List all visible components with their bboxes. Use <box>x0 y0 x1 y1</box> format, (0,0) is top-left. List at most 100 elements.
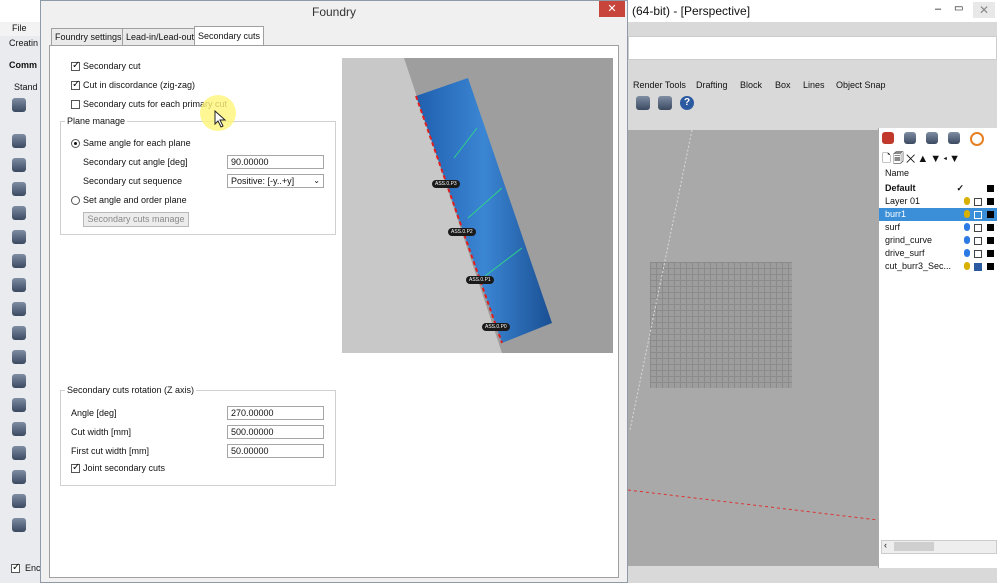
plane-tag: ASS.0.P1 <box>466 276 494 284</box>
lightbulb-icon[interactable] <box>964 210 970 218</box>
libraries-tab-icon[interactable] <box>970 132 984 146</box>
lightbulb-icon[interactable] <box>964 262 970 270</box>
layer-row[interactable]: Layer 01 <box>879 195 997 208</box>
dialog-close-button[interactable]: ✕ <box>599 1 625 17</box>
surface-icon[interactable] <box>12 254 26 268</box>
properties-tab-icon[interactable] <box>904 132 916 144</box>
lock-icon[interactable] <box>974 224 982 232</box>
grid-icon[interactable] <box>12 470 26 484</box>
solid-icon[interactable] <box>12 278 26 292</box>
tab-secondary-cuts[interactable]: Secondary cuts <box>194 26 265 45</box>
first-cut-width-label: First cut width [mm] <box>71 446 150 456</box>
transform-icon[interactable] <box>12 326 26 340</box>
perspective-viewport[interactable] <box>628 130 878 566</box>
set-angle-order-radio[interactable] <box>71 196 80 205</box>
circle-icon[interactable] <box>12 182 26 196</box>
layer-row[interactable]: burr1 <box>879 208 997 221</box>
standard-tab[interactable]: Stand <box>14 82 38 92</box>
tab-foundry-settings[interactable]: Foundry settings <box>51 28 126 45</box>
command-prompt[interactable] <box>628 36 997 60</box>
viewport-axes <box>628 130 878 521</box>
rotation-angle-input[interactable]: 270.00000 <box>227 406 324 420</box>
polyline-icon[interactable] <box>12 158 26 172</box>
materials-tab-icon[interactable] <box>948 132 960 144</box>
secondary-angle-input[interactable]: 90.00000 <box>227 155 324 169</box>
layer-color-swatch[interactable] <box>987 263 994 270</box>
tab-render-tools[interactable]: Render Tools <box>633 80 686 90</box>
lock-icon[interactable] <box>974 263 982 271</box>
first-cut-width-input[interactable]: 50.00000 <box>227 444 324 458</box>
tab-block[interactable]: Block <box>740 80 762 90</box>
text-icon[interactable] <box>12 398 26 412</box>
tab-lines[interactable]: Lines <box>803 80 825 90</box>
array-icon[interactable] <box>12 422 26 436</box>
secondary-cut-label: Secondary cut <box>83 61 141 71</box>
scrollbar-thumb[interactable] <box>894 542 934 551</box>
chevron-down-icon: ⌄ <box>313 176 320 185</box>
help-icon[interactable]: ? <box>680 96 694 110</box>
render-icon[interactable] <box>12 518 26 532</box>
secondary-cut-checkbox[interactable] <box>71 60 80 71</box>
fillet-icon[interactable] <box>12 374 26 388</box>
cut-discordance-label: Cut in discordance (zig-zag) <box>83 80 196 90</box>
layer-color-swatch[interactable] <box>987 198 994 205</box>
plane-tag: ASS.0.P2 <box>448 228 476 236</box>
scroll-left-icon[interactable]: ‹ <box>884 540 887 550</box>
secondary-cuts-manage-button[interactable]: Secondary cuts manage <box>83 212 189 227</box>
layer-color-swatch[interactable] <box>987 211 994 218</box>
restore-button[interactable]: ▭ <box>954 3 963 14</box>
lightbulb-icon[interactable] <box>964 223 970 231</box>
layer-row[interactable]: grind_curve <box>879 234 997 247</box>
mesh-icon[interactable] <box>12 446 26 460</box>
cut-discordance-checkbox[interactable] <box>71 79 80 90</box>
layer-row[interactable]: drive_surf <box>879 247 997 260</box>
tab-box[interactable]: Box <box>775 80 791 90</box>
lock-icon[interactable] <box>974 237 982 245</box>
lock-icon[interactable] <box>974 198 982 206</box>
osnap-end-checkbox[interactable] <box>11 562 20 573</box>
layer-name: Layer 01 <box>885 196 921 206</box>
layer-row[interactable]: cut_burr3_Sec... <box>879 260 997 273</box>
set-angle-order-label: Set angle and order plane <box>83 195 187 205</box>
cuts-each-primary-checkbox[interactable] <box>71 100 80 109</box>
render-settings-icon[interactable] <box>636 96 650 110</box>
layer-color-swatch[interactable] <box>987 237 994 244</box>
layer-color-swatch[interactable] <box>987 224 994 231</box>
lock-icon[interactable] <box>974 211 982 219</box>
minimize-button[interactable]: – <box>935 3 941 15</box>
dimension-icon[interactable] <box>12 350 26 364</box>
cut-width-input[interactable]: 500.00000 <box>227 425 324 439</box>
file-menu-label: File <box>12 23 27 33</box>
layer-row[interactable]: surf <box>879 221 997 234</box>
lightbulb-icon[interactable] <box>964 197 970 205</box>
tab-lead-in-lead-out[interactable]: Lead-in/Lead-out <box>122 28 199 45</box>
lightbulb-icon[interactable] <box>964 249 970 257</box>
analyze-icon[interactable] <box>12 494 26 508</box>
tab-object-snap[interactable]: Object Snap <box>836 80 886 90</box>
layer-color-swatch[interactable] <box>987 185 994 192</box>
lightbulb-icon[interactable] <box>964 236 970 244</box>
curve-icon[interactable] <box>12 206 26 220</box>
layer-row[interactable]: Default ✓ <box>879 182 997 195</box>
window-close-button[interactable]: ✕ <box>973 2 995 18</box>
display-tab-icon[interactable] <box>926 132 938 144</box>
plane-manage-title: Plane manage <box>65 116 128 126</box>
file-menu[interactable]: File <box>0 22 40 36</box>
dialog-title: Foundry <box>41 1 627 23</box>
new-file-icon[interactable] <box>12 98 26 112</box>
window-title-text: (64-bit) - [Perspective] <box>632 4 751 18</box>
foundry-dialog: Foundry ✕ Foundry settings Lead-in/Lead-… <box>40 0 628 583</box>
layers-tab-icon[interactable] <box>882 132 894 144</box>
same-angle-radio[interactable] <box>71 139 80 148</box>
select-arrow-icon[interactable] <box>12 134 26 148</box>
dimension-tool-icon[interactable] <box>658 96 672 110</box>
joint-cuts-checkbox[interactable] <box>71 462 80 473</box>
layer-tools-row[interactable]: 🗋🗐✕▲▼◂▼ <box>882 150 962 169</box>
lock-icon[interactable] <box>974 250 982 258</box>
layer-color-swatch[interactable] <box>987 250 994 257</box>
tab-drafting[interactable]: Drafting <box>696 80 728 90</box>
cut-sequence-select[interactable]: Positive: [-y..+y] ⌄ <box>227 174 324 188</box>
arc-icon[interactable] <box>12 230 26 244</box>
layers-scrollbar[interactable]: ‹ <box>881 540 997 554</box>
cylinder-icon[interactable] <box>12 302 26 316</box>
